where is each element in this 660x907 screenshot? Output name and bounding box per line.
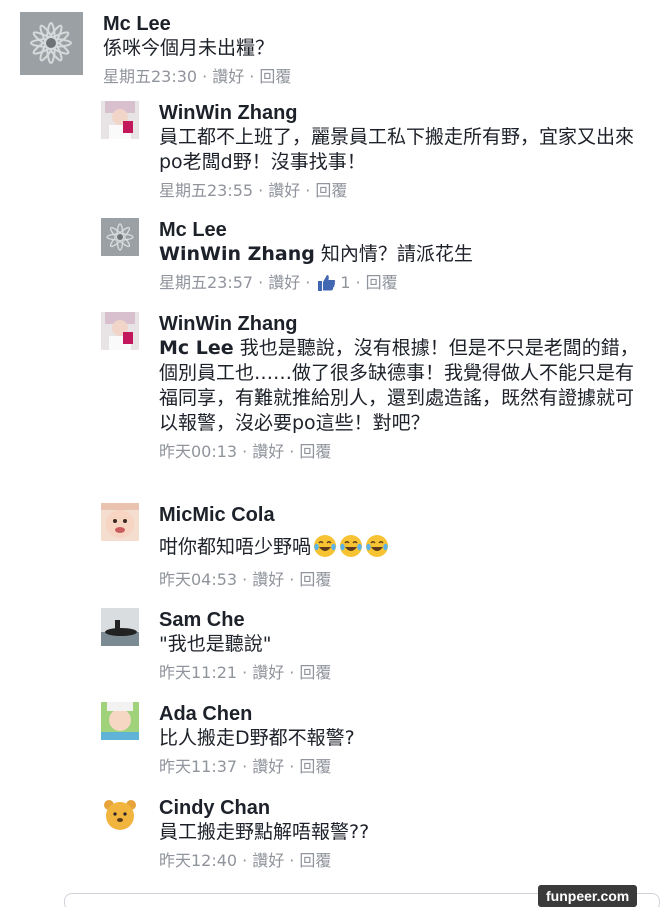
comment-author[interactable]: Cindy Chan xyxy=(159,796,369,820)
comment-meta: 昨天12:40 · 讚好 · 回覆 xyxy=(159,850,369,872)
pink-selfie-avatar[interactable] xyxy=(101,101,139,139)
separator: · xyxy=(289,757,295,776)
like-button[interactable]: 讚好 xyxy=(252,850,284,872)
comment-text: "我也是聽說" xyxy=(159,633,272,655)
reply-button[interactable]: 回覆 xyxy=(299,756,331,778)
reply-button[interactable]: 回覆 xyxy=(299,441,331,463)
comment-text: WinWin Zhang 知內情？請派花生 xyxy=(159,242,473,267)
reply-button[interactable]: 回覆 xyxy=(299,850,331,872)
comment-author[interactable]: Mc Lee xyxy=(159,218,473,242)
emoji-group xyxy=(311,535,389,558)
reply-button[interactable]: 回覆 xyxy=(315,180,347,202)
comment-author[interactable]: Sam Che xyxy=(159,608,331,632)
separator: · xyxy=(242,442,248,461)
comment-meta: 星期五23:57 · 讚好 · 1 · 回覆 xyxy=(159,272,473,294)
reply-item: Mc Lee WinWin Zhang 知內情？請派花生 星期五23:57 · … xyxy=(101,218,473,294)
like-button[interactable]: 讚好 xyxy=(252,569,284,591)
reply-item: WinWin Zhang Mc Lee 我也是聽說，沒有根據！但是不只是老闆的錯… xyxy=(101,312,639,463)
reply-button[interactable]: 回覆 xyxy=(259,66,291,88)
comment-author[interactable]: MicMic Cola xyxy=(159,503,389,527)
comment-text: 係咪今個月未出糧？ xyxy=(103,37,275,59)
reply-item: MicMic Cola 咁你都知唔少野喎 昨天04:53 · 讚好 · 回覆 xyxy=(101,503,389,591)
comment-text: 咁你都知唔少野喎 xyxy=(159,534,389,560)
comment-text-body: 咁你都知唔少野喎 xyxy=(159,536,312,558)
comment-text: 員工都不上班了，麗景員工私下搬走所有野，宜家又出來po老闆d野！沒事找事！ xyxy=(159,126,635,173)
comment-meta: 星期五23:55 · 讚好 · 回覆 xyxy=(159,180,639,202)
reply-item: WinWin Zhang 員工都不上班了，麗景員工私下搬走所有野，宜家又出來po… xyxy=(101,101,641,202)
separator: · xyxy=(355,273,361,292)
separator: · xyxy=(258,273,264,292)
comment-meta: 昨天00:13 · 讚好 · 回覆 xyxy=(159,441,639,463)
comment-item: Mc Lee 係咪今個月未出糧？ 星期五23:30 · 讚好 · 回覆 xyxy=(20,12,291,88)
separator: · xyxy=(305,181,311,200)
comment-text: 員工搬走野點解唔報警?? xyxy=(159,821,370,843)
reply-button[interactable]: 回覆 xyxy=(366,272,398,294)
baby-avatar[interactable] xyxy=(101,503,139,541)
reply-item: Ada Chen 比人搬走D野都不報警? 昨天11:37 · 讚好 · 回覆 xyxy=(101,702,355,778)
like-count[interactable]: 1 xyxy=(340,272,350,294)
comment-author[interactable]: Mc Lee xyxy=(103,12,291,36)
like-button[interactable]: 讚好 xyxy=(268,180,300,202)
separator: · xyxy=(249,67,255,86)
separator: · xyxy=(289,442,295,461)
laughing-tears-emoji xyxy=(314,535,337,557)
pink-selfie-avatar[interactable] xyxy=(101,312,139,350)
like-button[interactable]: 讚好 xyxy=(252,662,284,684)
separator: · xyxy=(258,181,264,200)
separator: · xyxy=(242,851,248,870)
comment-text: 比人搬走D野都不報警? xyxy=(159,727,355,749)
like-button[interactable]: 讚好 xyxy=(252,756,284,778)
comment-text-body: 知內情？請派花生 xyxy=(314,243,473,265)
reply-item: Sam Che "我也是聽說" 昨天11:21 · 讚好 · 回覆 xyxy=(101,608,331,684)
comment-text: Mc Lee 我也是聽說，沒有根據！但是不只是老闆的錯，個別員工也……做了很多缺… xyxy=(159,336,639,436)
comment-timestamp[interactable]: 星期五23:30 xyxy=(103,66,197,88)
like-button[interactable]: 讚好 xyxy=(268,272,300,294)
separator: · xyxy=(242,757,248,776)
like-button[interactable]: 讚好 xyxy=(252,441,284,463)
separator: · xyxy=(305,273,311,292)
thumbs-up-icon[interactable] xyxy=(317,274,336,292)
comment-meta: 昨天11:37 · 讚好 · 回覆 xyxy=(159,756,355,778)
grey-flower-avatar[interactable] xyxy=(20,12,83,75)
separator: · xyxy=(202,67,208,86)
comment-timestamp[interactable]: 昨天11:37 xyxy=(159,756,237,778)
reply-button[interactable]: 回覆 xyxy=(299,662,331,684)
comment-timestamp[interactable]: 昨天12:40 xyxy=(159,850,237,872)
grey-flower-avatar[interactable] xyxy=(101,218,139,256)
separator: · xyxy=(289,570,295,589)
comment-timestamp[interactable]: 星期五23:55 xyxy=(159,180,253,202)
comment-meta: 昨天04:53 · 讚好 · 回覆 xyxy=(159,569,389,591)
comment-meta: 星期五23:30 · 讚好 · 回覆 xyxy=(103,66,291,88)
laughing-tears-emoji xyxy=(340,535,363,557)
comment-timestamp[interactable]: 昨天00:13 xyxy=(159,441,237,463)
comment-timestamp[interactable]: 星期五23:57 xyxy=(159,272,253,294)
reply-button[interactable]: 回覆 xyxy=(299,569,331,591)
separator: · xyxy=(242,570,248,589)
comment-author[interactable]: WinWin Zhang xyxy=(159,312,639,336)
comment-timestamp[interactable]: 昨天04:53 xyxy=(159,569,237,591)
mention-link[interactable]: Mc Lee xyxy=(159,337,234,359)
mention-link[interactable]: WinWin Zhang xyxy=(159,243,315,265)
submarine-avatar[interactable] xyxy=(101,608,139,646)
comment-meta: 昨天11:21 · 讚好 · 回覆 xyxy=(159,662,331,684)
separator: · xyxy=(289,663,295,682)
comment-timestamp[interactable]: 昨天11:21 xyxy=(159,662,237,684)
separator: · xyxy=(242,663,248,682)
like-button[interactable]: 讚好 xyxy=(212,66,244,88)
winnie-pooh-avatar[interactable] xyxy=(101,796,139,834)
reply-item: Cindy Chan 員工搬走野點解唔報警?? 昨天12:40 · 讚好 · 回… xyxy=(101,796,369,872)
comment-author[interactable]: Ada Chen xyxy=(159,702,355,726)
laughing-tears-emoji xyxy=(366,535,389,557)
comment-author[interactable]: WinWin Zhang xyxy=(159,101,639,125)
separator: · xyxy=(289,851,295,870)
child-avatar[interactable] xyxy=(101,702,139,740)
watermark: funpeer.com xyxy=(538,885,638,907)
